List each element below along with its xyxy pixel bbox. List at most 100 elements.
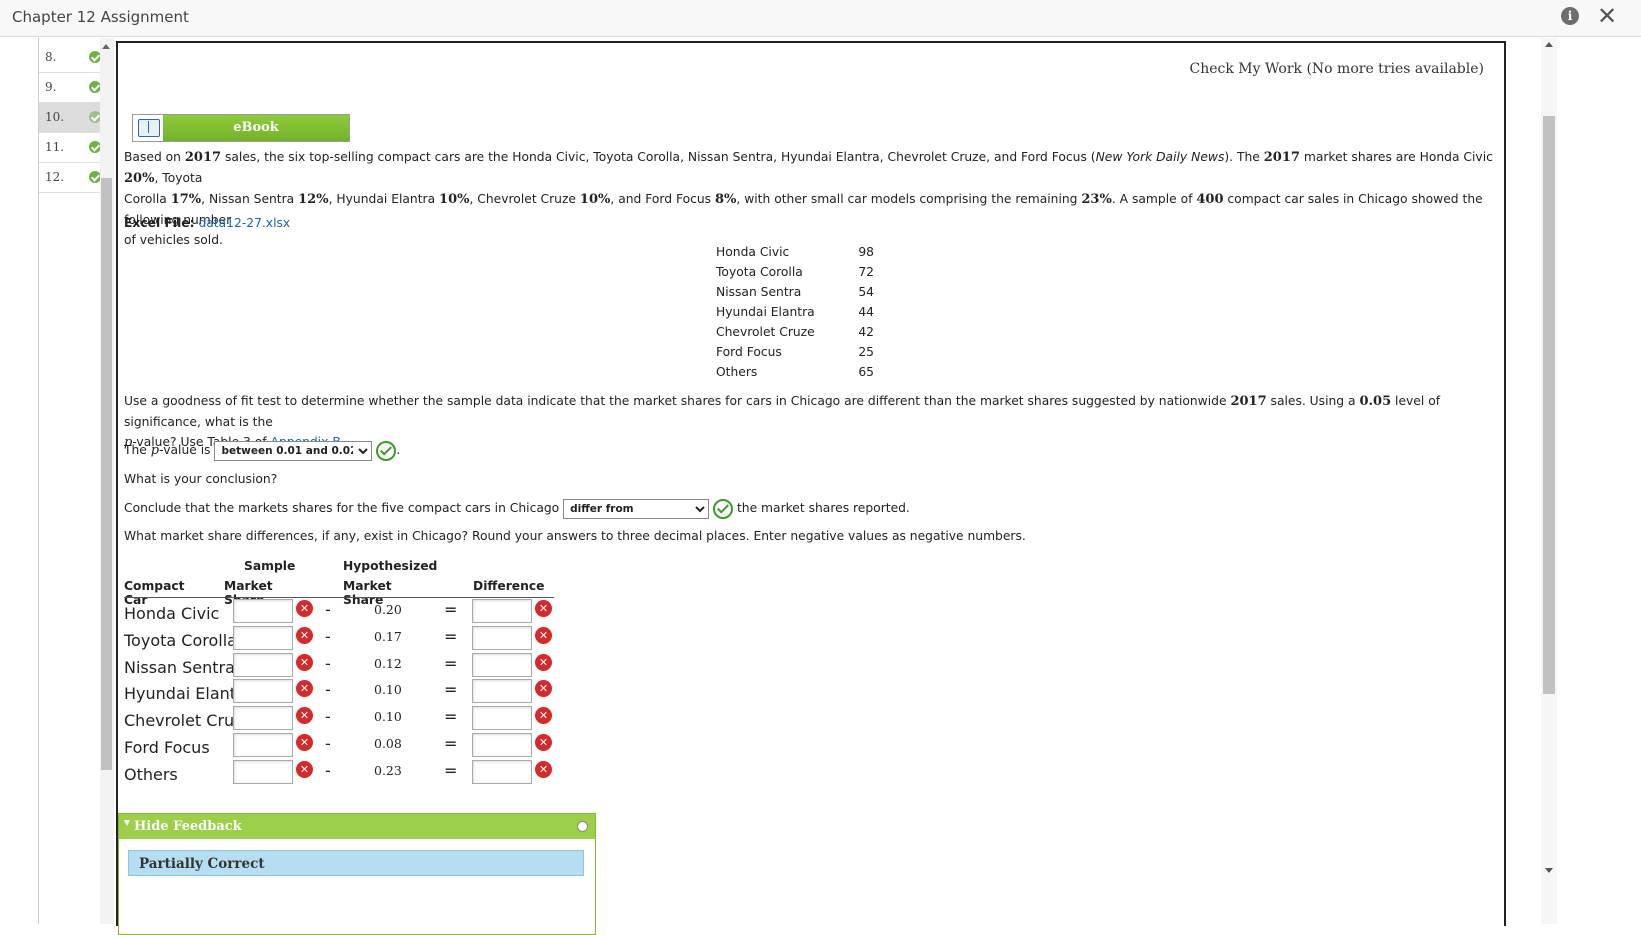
excel-file-link[interactable]: data12-27.xlsx xyxy=(198,216,290,230)
scrollbar-thumb[interactable] xyxy=(1543,116,1555,694)
minus-sign: - xyxy=(325,653,331,673)
hypothesized-share: 0.10 xyxy=(374,682,402,698)
equals-sign: = xyxy=(444,734,458,753)
nav-scrollbar[interactable] xyxy=(100,38,114,924)
sample-share-input[interactable] xyxy=(233,759,293,784)
text: sales, the six top-selling compact cars … xyxy=(221,150,1096,164)
conclusion-question: What is your conclusion? xyxy=(124,472,278,486)
equals-sign: = xyxy=(444,600,458,619)
difference-question: What market share differences, if any, e… xyxy=(124,529,1026,543)
feedback-status: Partially Correct xyxy=(128,850,584,876)
minus-sign: - xyxy=(325,734,331,753)
incorrect-x-icon: ✕ xyxy=(296,680,313,698)
difference-input[interactable] xyxy=(472,759,532,784)
number: 2017 xyxy=(1263,150,1300,165)
check-my-work-link[interactable]: Check My Work (No more tries available) xyxy=(1189,61,1484,77)
scroll-up-icon[interactable] xyxy=(102,44,110,49)
nav-item-11[interactable]: 11. xyxy=(39,132,107,163)
conclusion-select[interactable]: differ from xyxy=(563,499,710,519)
hide-feedback-toggle[interactable]: Hide Feedback xyxy=(119,814,595,839)
problem-statement: Based on 2017 sales, the six top-selling… xyxy=(124,147,1498,250)
minus-sign: - xyxy=(325,680,331,700)
incorrect-x-icon: ✕ xyxy=(296,653,313,671)
nav-item-label: 10. xyxy=(45,110,65,124)
count: 98 xyxy=(858,245,874,259)
text: The xyxy=(124,443,151,457)
ebook-button[interactable]: eBook xyxy=(132,114,350,142)
number: 400 xyxy=(1196,192,1224,207)
count: 72 xyxy=(858,265,874,279)
incorrect-x-icon: ✕ xyxy=(535,653,552,671)
equals-sign: = xyxy=(444,653,458,673)
sample-share-input[interactable] xyxy=(233,733,293,757)
count: 44 xyxy=(858,305,874,319)
info-icon[interactable]: i xyxy=(1561,7,1579,25)
p-symbol: p xyxy=(150,443,160,458)
table-row: Chevrolet Cruze ✕ -0.10 = ✕ xyxy=(124,706,564,733)
incorrect-x-icon: ✕ xyxy=(535,680,552,698)
sample-share-input[interactable] xyxy=(233,706,293,731)
car-name: Toyota Corolla xyxy=(124,630,237,650)
text: the market shares reported. xyxy=(736,501,910,515)
hide-feedback-label: Hide Feedback xyxy=(134,819,242,834)
main-scrollbar[interactable] xyxy=(1541,38,1557,924)
nav-item-12[interactable]: 12. xyxy=(39,162,107,193)
text: Based on xyxy=(124,150,185,164)
table-row: Nissan Sentra ✕ -0.12 = ✕ xyxy=(124,652,564,680)
text: , Nissan Sentra xyxy=(201,192,299,206)
scrollbar-thumb[interactable] xyxy=(101,178,112,770)
nav-item-label: 9. xyxy=(45,80,57,94)
text: , with other small car models comprising… xyxy=(736,192,1082,206)
difference-input[interactable] xyxy=(472,706,532,731)
nav-item-label: 12. xyxy=(45,170,65,184)
sample-share-input[interactable] xyxy=(233,599,293,623)
car-name: Ford Focus xyxy=(124,738,210,757)
car-name: Nissan Sentra xyxy=(124,657,235,677)
hypothesized-share: 0.08 xyxy=(374,736,402,751)
number: 8% xyxy=(714,192,737,207)
hypothesized-share: 0.23 xyxy=(374,762,402,778)
sample-share-input[interactable] xyxy=(233,679,293,704)
pvalue-select[interactable]: between 0.01 and 0.025 xyxy=(214,441,373,461)
number: 2017 xyxy=(1230,394,1267,409)
close-icon[interactable]: ✕ xyxy=(1597,2,1617,30)
incorrect-x-icon: ✕ xyxy=(296,760,313,778)
number: 23% xyxy=(1081,192,1112,207)
nav-item-9[interactable]: 9. xyxy=(39,72,107,103)
text: Conclude that the markets shares for the… xyxy=(124,501,560,515)
hypothesized-share: 0.20 xyxy=(374,602,402,617)
difference-input[interactable] xyxy=(472,652,532,677)
col-header-sample-top: Sample xyxy=(244,559,296,573)
difference-input[interactable] xyxy=(472,733,532,757)
conclusion-answer-line: Conclude that the markets shares for the… xyxy=(124,498,910,519)
text: Corolla xyxy=(124,192,171,206)
excel-label: Excel File: xyxy=(124,216,195,230)
sample-share-input[interactable] xyxy=(233,625,293,650)
scroll-up-icon[interactable] xyxy=(1545,42,1553,47)
nav-item-10[interactable]: 10. xyxy=(39,102,107,133)
incorrect-x-icon: ✕ xyxy=(535,600,552,617)
equals-sign: = xyxy=(444,760,458,780)
sample-share-input[interactable] xyxy=(233,652,293,677)
car-name: Others xyxy=(716,365,758,379)
table-row: Hyundai Elantra ✕ -0.10 = ✕ xyxy=(124,679,564,706)
count: 65 xyxy=(858,365,874,379)
hypothesized-share: 0.10 xyxy=(374,709,402,725)
number: 10% xyxy=(579,192,611,207)
nav-item-8[interactable]: 8. xyxy=(39,42,107,73)
question-content: Check My Work (No more tries available) … xyxy=(116,41,1506,935)
incorrect-x-icon: ✕ xyxy=(535,626,552,644)
incorrect-x-icon: ✕ xyxy=(535,734,552,751)
difference-input[interactable] xyxy=(472,625,532,650)
scroll-down-icon[interactable] xyxy=(1545,868,1553,873)
excel-file-line: Excel File: data12-27.xlsx xyxy=(124,213,290,233)
difference-input[interactable] xyxy=(472,599,532,623)
car-name: Chevrolet Cruze xyxy=(716,325,815,339)
pin-icon[interactable] xyxy=(577,821,588,832)
number: 20% xyxy=(124,171,155,186)
incorrect-x-icon: ✕ xyxy=(296,600,313,617)
nav-item-label: 8. xyxy=(45,50,57,64)
difference-input[interactable] xyxy=(472,679,532,704)
number: 17% xyxy=(170,192,202,207)
number: 0.05 xyxy=(1359,394,1392,409)
